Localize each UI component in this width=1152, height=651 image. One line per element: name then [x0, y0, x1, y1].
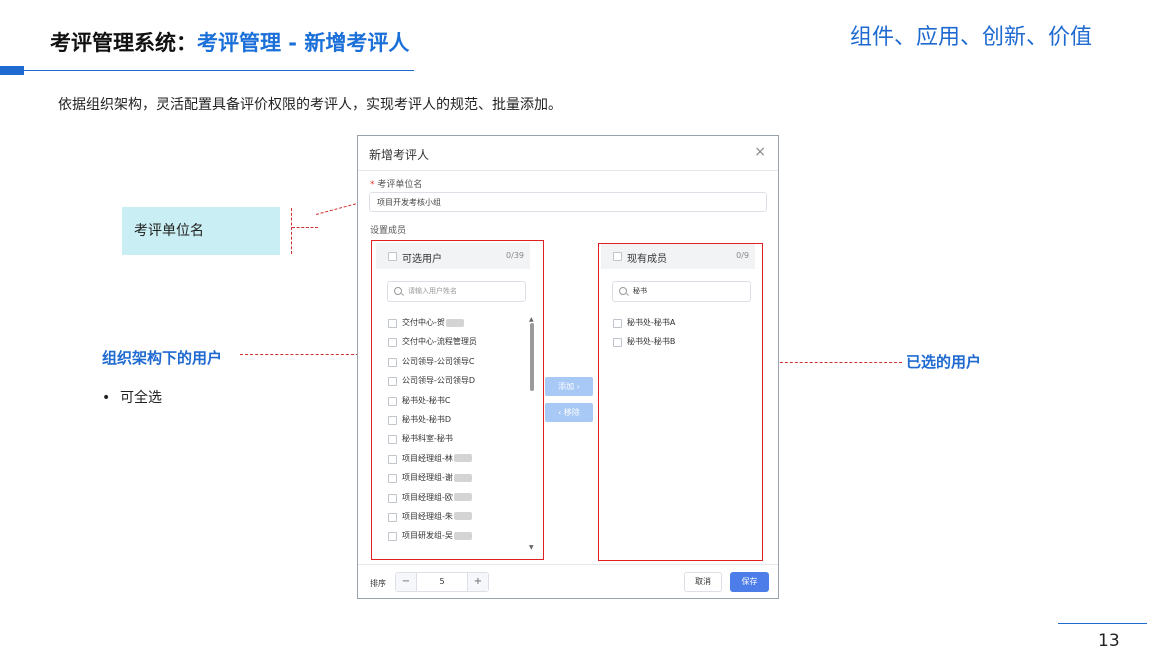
save-button[interactable]: 保存 [730, 572, 769, 592]
required-mark: * [370, 180, 375, 190]
callout-org-users: 组织架构下的用户 [102, 349, 223, 367]
unit-field-label-text: 考评单位名 [377, 180, 423, 190]
increment-button[interactable]: + [467, 573, 488, 591]
dialog-footer: 排序 − 5 + 取消 保存 [358, 564, 778, 600]
sort-label: 排序 [370, 579, 386, 588]
callout-connector-line [292, 227, 318, 228]
slide-title: 考评管理系统：考评管理 - 新增考评人 [50, 27, 409, 57]
callout-unit-name: 考评单位名 [122, 207, 280, 255]
slide-description: 依据组织架构，灵活配置具备评价权限的考评人，实现考评人的规范、批量添加。 [58, 97, 562, 113]
accent-bar [0, 66, 24, 75]
bullet-dot: • [102, 390, 111, 406]
cancel-button[interactable]: 取消 [684, 572, 722, 592]
bullet-text: 可全选 [120, 390, 162, 406]
unit-name-input[interactable]: 项目开发考核小组 [369, 192, 767, 212]
callout-selected-users: 已选的用户 [906, 353, 982, 371]
arrow-line-selected [770, 362, 902, 363]
members-label: 设置成员 [370, 226, 407, 236]
highlight-box-available [371, 240, 544, 560]
close-icon[interactable]: × [754, 144, 766, 160]
dialog-title: 新增考评人 [369, 148, 430, 162]
decrement-button[interactable]: − [396, 573, 417, 591]
page-number-rule [1058, 623, 1147, 624]
callout-bracket-line [291, 208, 292, 254]
slide-title-prefix: 考评管理系统： [50, 31, 197, 55]
slogan: 组件、应用、创新、价值 [850, 25, 1093, 50]
page-number: 13 [1098, 631, 1120, 651]
slide-title-highlight: 考评管理 - 新增考评人 [197, 31, 410, 55]
remove-button[interactable]: ‹ 移除 [545, 403, 593, 422]
arrow-line-org [240, 354, 364, 355]
dialog-header: 新增考评人 × [358, 136, 778, 171]
highlight-box-selected [598, 243, 763, 561]
sort-stepper[interactable]: − 5 + [395, 572, 489, 592]
unit-field-label: * 考评单位名 [370, 177, 422, 190]
add-evaluator-dialog: 新增考评人 × * 考评单位名 项目开发考核小组 设置成员 可选用户 0/39 … [357, 135, 779, 599]
callout-pointer-line [315, 202, 361, 215]
title-underline [24, 70, 414, 71]
add-button[interactable]: 添加 › [545, 377, 593, 396]
bullet-select-all: • 可全选 [102, 387, 162, 407]
sort-value[interactable]: 5 [416, 573, 468, 591]
